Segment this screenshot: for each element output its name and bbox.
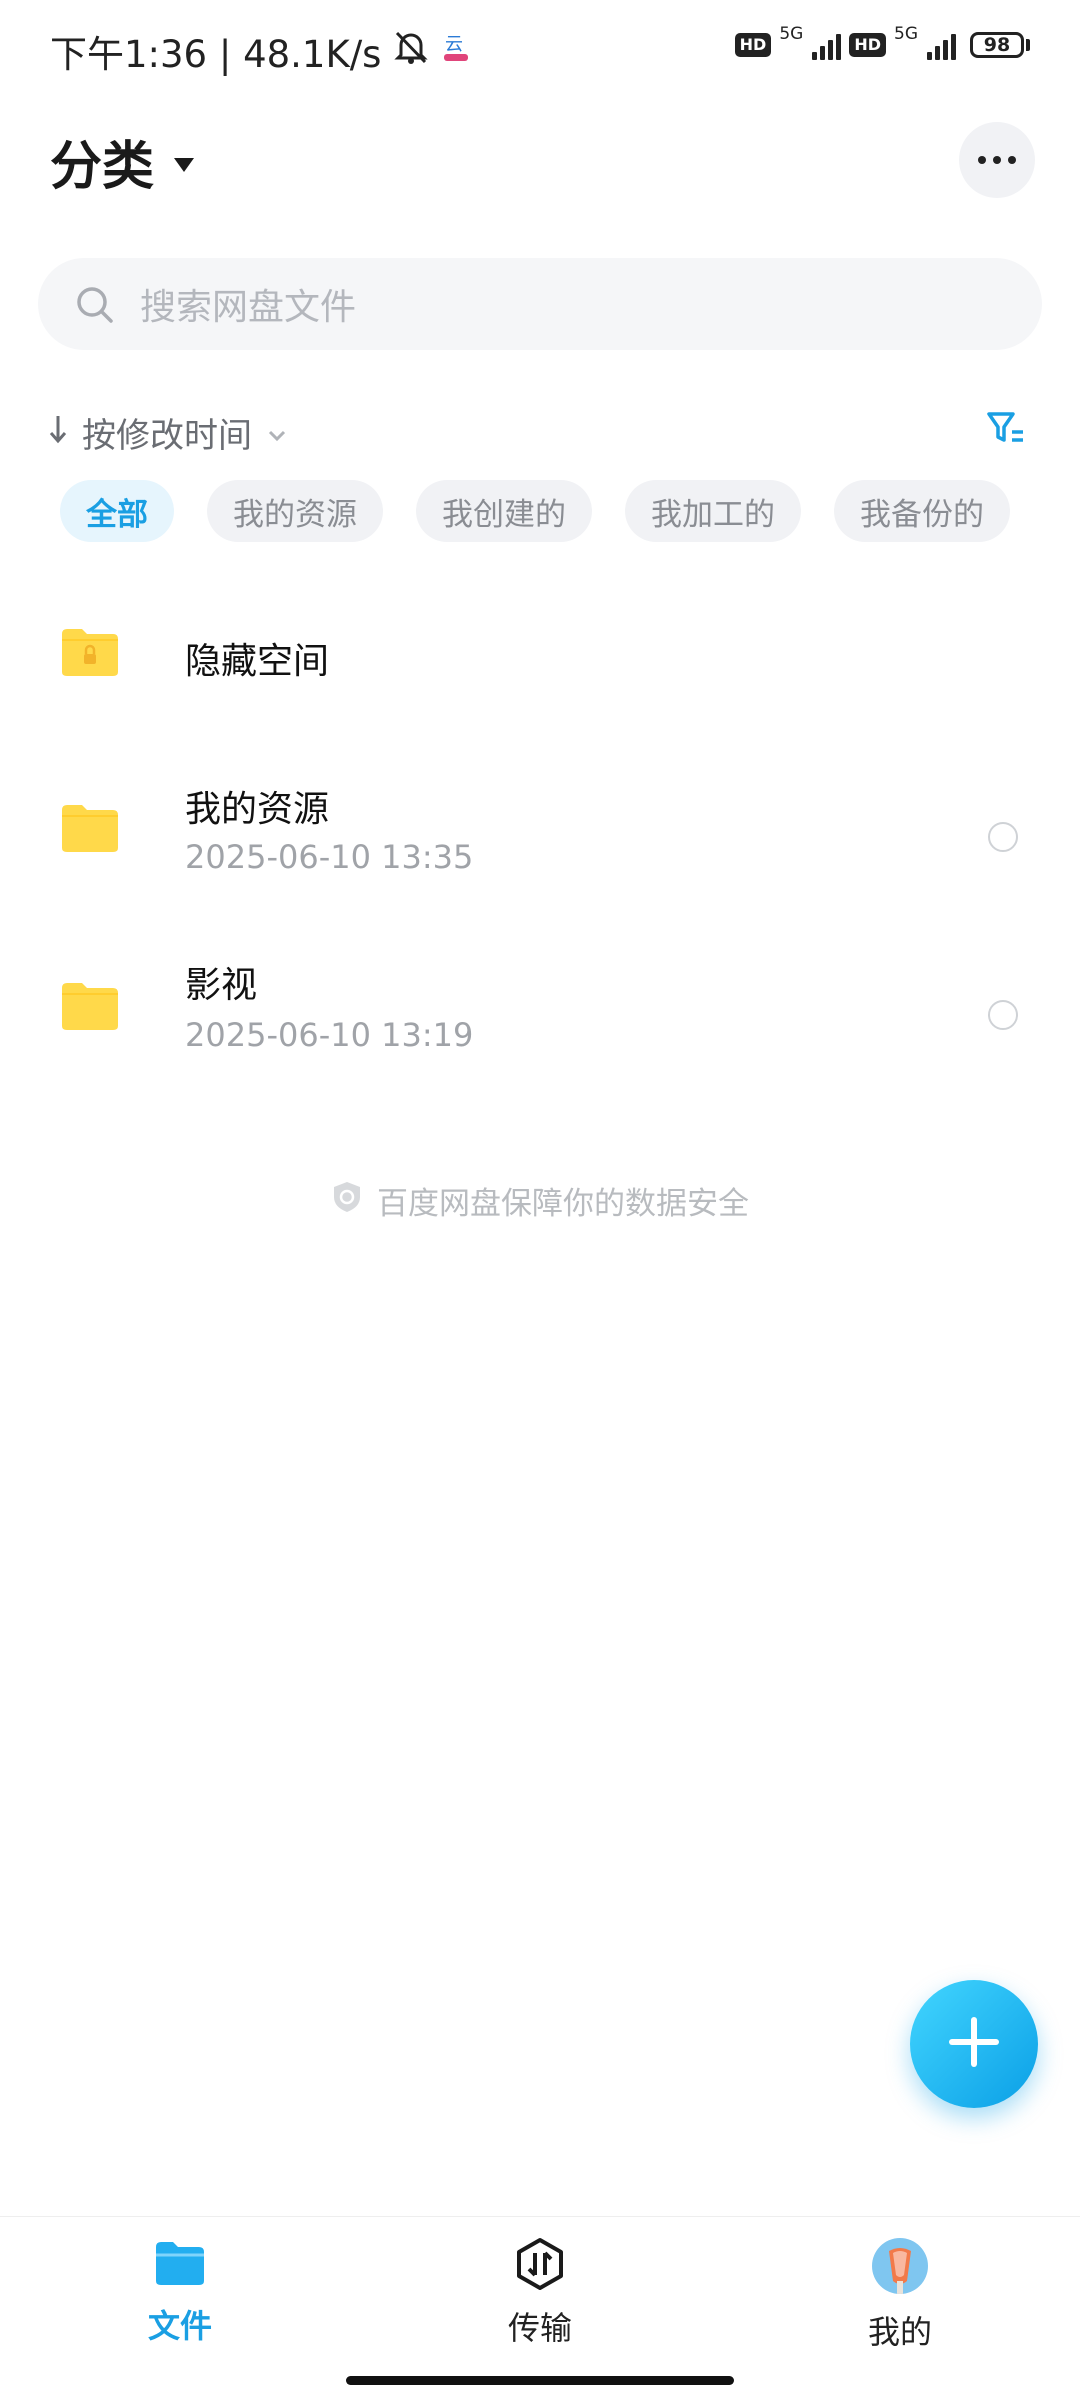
network-type-1: 5G — [779, 24, 804, 44]
status-time-speed: 下午1:36 | 48.1K/s 云 — [50, 24, 471, 78]
chip-my-resources[interactable]: 我的资源 — [207, 480, 383, 542]
battery-icon: 98 — [970, 32, 1030, 58]
tab-me[interactable]: 我的 — [800, 2237, 1000, 2353]
chip-processed[interactable]: 我加工的 — [625, 480, 801, 542]
list-item-my-resources[interactable]: 我的资源 2025-06-10 13:35 — [0, 760, 1080, 920]
chip-all[interactable]: 全部 — [60, 480, 174, 542]
folder-icon — [60, 980, 120, 1036]
signal-icon: 5G — [779, 24, 842, 60]
file-name: 我的资源 — [185, 789, 330, 830]
search-placeholder: 搜索网盘文件 — [140, 287, 357, 328]
chip-label: 我创建的 — [442, 496, 566, 533]
network-type-2: 5G — [894, 24, 918, 44]
sort-label: 按修改时间 — [82, 416, 252, 456]
tab-label: 传输 — [507, 2309, 572, 2347]
list-item-hidden-space[interactable]: 隐藏空间 — [0, 584, 1080, 724]
chevron-down-icon — [266, 413, 288, 453]
avatar-icon — [871, 2237, 929, 2299]
chip-label: 我加工的 — [651, 496, 775, 533]
status-indicators: HD 5G HD 5G 98 — [734, 24, 1030, 60]
security-note-text: 百度网盘保障你的数据安全 — [377, 1186, 749, 1222]
filter-button[interactable] — [986, 410, 1026, 452]
tab-label: 文件 — [147, 2307, 212, 2345]
security-note: 百度网盘保障你的数据安全 — [0, 1178, 1080, 1223]
tab-files[interactable]: 文件 — [80, 2237, 280, 2347]
battery-level: 98 — [983, 34, 1011, 56]
select-radio[interactable] — [988, 1000, 1018, 1030]
file-date: 2025-06-10 13:19 — [185, 1016, 474, 1054]
hd-badge-1: HD — [734, 33, 772, 57]
search-icon — [76, 286, 113, 323]
locked-folder-icon — [60, 626, 120, 682]
add-button[interactable] — [910, 1980, 1038, 2108]
status-time-text: 下午1:36 | 48.1K/s — [50, 33, 382, 76]
file-name: 隐藏空间 — [185, 641, 330, 682]
signal-icon-2: 5G — [894, 24, 956, 60]
chip-label: 我备份的 — [860, 496, 984, 533]
search-input[interactable]: 搜索网盘文件 — [38, 258, 1042, 350]
caret-down-icon — [174, 157, 195, 172]
folder-icon — [60, 802, 120, 858]
chip-label: 全部 — [86, 496, 148, 533]
category-title-dropdown[interactable]: 分类 — [50, 124, 195, 199]
filter-icon — [986, 412, 1026, 452]
sort-selector[interactable]: 按修改时间 — [48, 408, 288, 457]
cloud-app-icon: 云 — [441, 30, 471, 73]
mute-bell-icon — [391, 29, 431, 74]
chip-label: 我的资源 — [233, 496, 357, 533]
bottom-nav: 文件 传输 我的 — [0, 2216, 1080, 2401]
svg-text:云: 云 — [445, 34, 463, 55]
list-item-movies[interactable]: 影视 2025-06-10 13:19 — [0, 940, 1080, 1100]
transfer-icon — [513, 2237, 567, 2295]
arrow-down-icon — [48, 413, 68, 453]
category-chips: 全部 我的资源 我创建的 我加工的 我备份的 — [60, 480, 1010, 542]
chip-created[interactable]: 我创建的 — [416, 480, 592, 542]
tab-transfer[interactable]: 传输 — [440, 2237, 640, 2349]
page-title: 分类 — [50, 137, 155, 197]
more-dots-icon — [978, 156, 986, 164]
file-date: 2025-06-10 13:35 — [185, 838, 474, 876]
home-indicator[interactable] — [346, 2376, 734, 2385]
more-options-button[interactable] — [959, 122, 1035, 198]
select-radio[interactable] — [988, 822, 1018, 852]
hd-badge-2: HD — [849, 33, 886, 57]
chip-backed-up[interactable]: 我备份的 — [834, 480, 1010, 542]
shield-icon — [331, 1180, 363, 1222]
plus-icon — [948, 2016, 1000, 2072]
folder-tab-icon — [152, 2237, 208, 2293]
tab-label: 我的 — [867, 2313, 932, 2351]
file-name: 影视 — [185, 965, 258, 1006]
